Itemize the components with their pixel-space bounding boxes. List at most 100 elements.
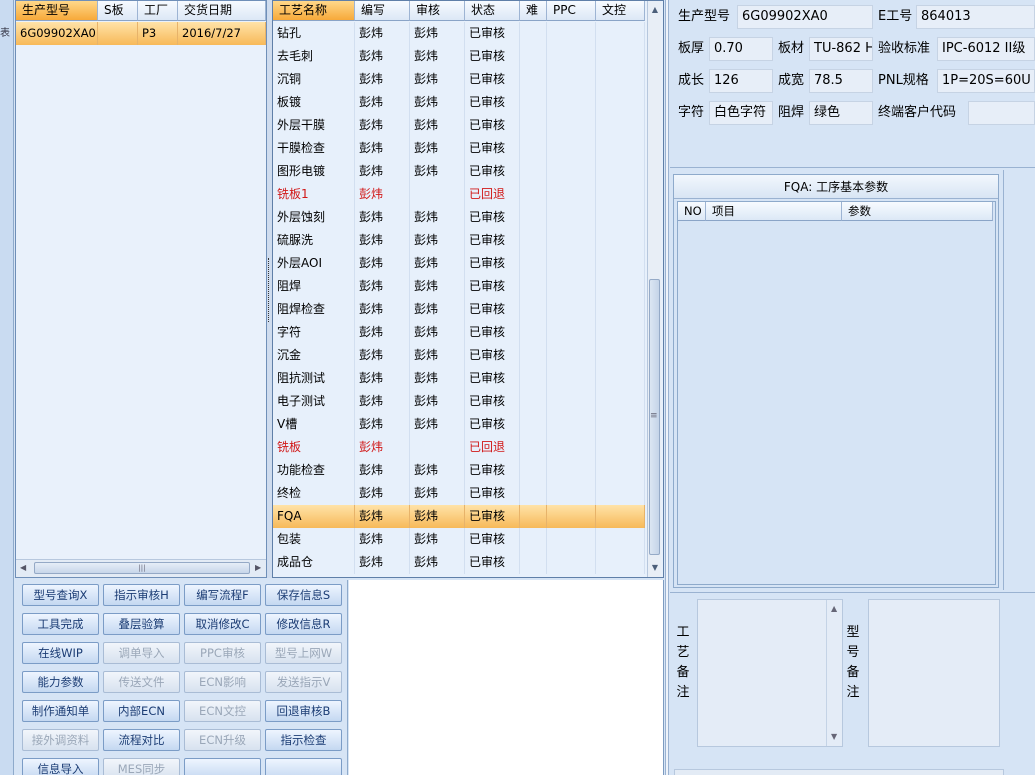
- scroll-thumb[interactable]: |||: [34, 562, 250, 574]
- action-button[interactable]: [184, 758, 261, 775]
- material-field[interactable]: TU-862 HF: [809, 37, 873, 61]
- action-button[interactable]: ECN文控: [184, 700, 261, 722]
- column-header[interactable]: 工艺名称: [273, 1, 355, 21]
- process-row[interactable]: 包装 彭炜 彭炜 已审核: [273, 528, 645, 551]
- column-header[interactable]: 状态: [465, 1, 520, 21]
- table-row[interactable]: 6G09902XA0 P3 2016/7/27: [16, 22, 266, 45]
- process-row[interactable]: V槽 彭炜 彭炜 已审核: [273, 413, 645, 436]
- process-row[interactable]: 阻焊检查 彭炜 彭炜 已审核: [273, 298, 645, 321]
- scroll-left-icon[interactable]: ◀: [20, 563, 26, 572]
- action-button[interactable]: [265, 758, 342, 775]
- process-row[interactable]: 钻孔 彭炜 彭炜 已审核: [273, 22, 645, 45]
- column-header[interactable]: 交货日期: [178, 1, 266, 21]
- action-button[interactable]: 内部ECN: [103, 700, 180, 722]
- action-button[interactable]: 型号上网W: [265, 642, 342, 664]
- action-button[interactable]: 信息导入: [22, 758, 99, 775]
- column-header[interactable]: 审核: [410, 1, 465, 21]
- action-button[interactable]: 流程对比: [103, 729, 180, 751]
- action-button[interactable]: 工具完成: [22, 613, 99, 635]
- action-button[interactable]: 叠层验算: [103, 613, 180, 635]
- process-cell: 彭炜: [410, 459, 465, 482]
- process-cell: 已审核: [465, 252, 520, 275]
- process-row[interactable]: 外层干膜 彭炜 彭炜 已审核: [273, 114, 645, 137]
- column-header[interactable]: NO: [678, 202, 706, 221]
- process-row[interactable]: 图形电镀 彭炜 彭炜 已审核: [273, 160, 645, 183]
- process-row[interactable]: 铣板1 彭炜 已回退: [273, 183, 645, 206]
- bottom-scrollbar[interactable]: [674, 769, 1004, 775]
- action-button[interactable]: ECN影响: [184, 671, 261, 693]
- action-button[interactable]: 传送文件: [103, 671, 180, 693]
- process-row[interactable]: 终检 彭炜 彭炜 已审核: [273, 482, 645, 505]
- scroll-grip-icon: ≡: [650, 411, 658, 421]
- process-cell: [596, 551, 645, 574]
- process-row[interactable]: 干膜检查 彭炜 彭炜 已审核: [273, 137, 645, 160]
- process-cell: [520, 91, 547, 114]
- horizontal-scrollbar[interactable]: ◀ ||| ▶: [16, 559, 266, 577]
- action-button[interactable]: 指示审核H: [103, 584, 180, 606]
- action-button[interactable]: MES同步: [103, 758, 180, 775]
- width-field[interactable]: 78.5: [809, 69, 873, 93]
- process-row[interactable]: 沉金 彭炜 彭炜 已审核: [273, 344, 645, 367]
- process-notes-scrollbar[interactable]: ▲ ▼: [826, 600, 842, 746]
- action-button[interactable]: 修改信息R: [265, 613, 342, 635]
- scroll-up-icon[interactable]: ▲: [648, 3, 662, 17]
- char-label: 字符: [678, 105, 705, 120]
- process-row[interactable]: 阻抗测试 彭炜 彭炜 已审核: [273, 367, 645, 390]
- column-header[interactable]: 生产型号: [16, 1, 98, 21]
- thick-field[interactable]: 0.70: [709, 37, 773, 61]
- action-button[interactable]: 发送指示V: [265, 671, 342, 693]
- column-header[interactable]: 难: [520, 1, 547, 21]
- action-button[interactable]: ECN升级: [184, 729, 261, 751]
- column-header[interactable]: 编写: [355, 1, 410, 21]
- action-button[interactable]: 取消修改C: [184, 613, 261, 635]
- action-button[interactable]: 指示检查: [265, 729, 342, 751]
- action-button[interactable]: 接外调资料: [22, 729, 99, 751]
- char-field[interactable]: 白色字符: [709, 101, 773, 125]
- process-row[interactable]: 阻焊 彭炜 彭炜 已审核: [273, 275, 645, 298]
- scroll-right-icon[interactable]: ▶: [255, 563, 261, 572]
- eng-field[interactable]: 864013: [916, 5, 1035, 29]
- scroll-down-icon[interactable]: ▼: [831, 732, 837, 741]
- action-button[interactable]: 制作通知单: [22, 700, 99, 722]
- action-button[interactable]: 回退审核B: [265, 700, 342, 722]
- action-button[interactable]: 编写流程F: [184, 584, 261, 606]
- process-row[interactable]: 硫脲洗 彭炜 彭炜 已审核: [273, 229, 645, 252]
- column-header[interactable]: 文控: [596, 1, 645, 21]
- process-row[interactable]: 沉铜 彭炜 彭炜 已审核: [273, 68, 645, 91]
- process-notes-box[interactable]: ▲ ▼: [697, 599, 843, 747]
- scroll-up-icon[interactable]: ▲: [831, 604, 837, 613]
- action-button[interactable]: 调单导入: [103, 642, 180, 664]
- process-row[interactable]: FQA 彭炜 彭炜 已审核: [273, 505, 645, 528]
- model-field[interactable]: 6G09902XA0: [737, 5, 873, 29]
- action-button[interactable]: 保存信息S: [265, 584, 342, 606]
- process-row[interactable]: 板镀 彭炜 彭炜 已审核: [273, 91, 645, 114]
- customer-code-field[interactable]: [968, 101, 1035, 125]
- column-header[interactable]: 参数: [842, 202, 993, 221]
- thick-label: 板厚: [678, 41, 705, 56]
- mask-field[interactable]: 绿色: [809, 101, 873, 125]
- process-row[interactable]: 铣板 彭炜 已回退: [273, 436, 645, 459]
- column-header[interactable]: 项目: [706, 202, 842, 221]
- process-row[interactable]: 功能检查 彭炜 彭炜 已审核: [273, 459, 645, 482]
- length-field[interactable]: 126: [709, 69, 773, 93]
- action-button[interactable]: 型号查询X: [22, 584, 99, 606]
- std-field[interactable]: IPC-6012 II级: [937, 37, 1035, 61]
- left-edge-strip[interactable]: 表: [0, 0, 14, 775]
- process-row[interactable]: 成品仓 彭炜 彭炜 已审核: [273, 551, 645, 574]
- column-header[interactable]: S板: [98, 1, 138, 21]
- action-button[interactable]: PPC审核: [184, 642, 261, 664]
- column-header[interactable]: 工厂: [138, 1, 178, 21]
- column-header[interactable]: PPC: [547, 1, 596, 21]
- process-grid-scrollbar[interactable]: ▲ ≡ ▼: [647, 1, 661, 577]
- process-row[interactable]: 电子测试 彭炜 彭炜 已审核: [273, 390, 645, 413]
- model-notes-box[interactable]: [868, 599, 1000, 747]
- process-row[interactable]: 外层蚀刻 彭炜 彭炜 已审核: [273, 206, 645, 229]
- action-button[interactable]: 在线WIP: [22, 642, 99, 664]
- process-cell: 已审核: [465, 206, 520, 229]
- action-button[interactable]: 能力参数: [22, 671, 99, 693]
- scroll-down-icon[interactable]: ▼: [648, 561, 662, 575]
- process-row[interactable]: 外层AOI 彭炜 彭炜 已审核: [273, 252, 645, 275]
- process-row[interactable]: 去毛刺 彭炜 彭炜 已审核: [273, 45, 645, 68]
- pnl-field[interactable]: 1P=20S=60U: [937, 69, 1035, 93]
- process-row[interactable]: 字符 彭炜 彭炜 已审核: [273, 321, 645, 344]
